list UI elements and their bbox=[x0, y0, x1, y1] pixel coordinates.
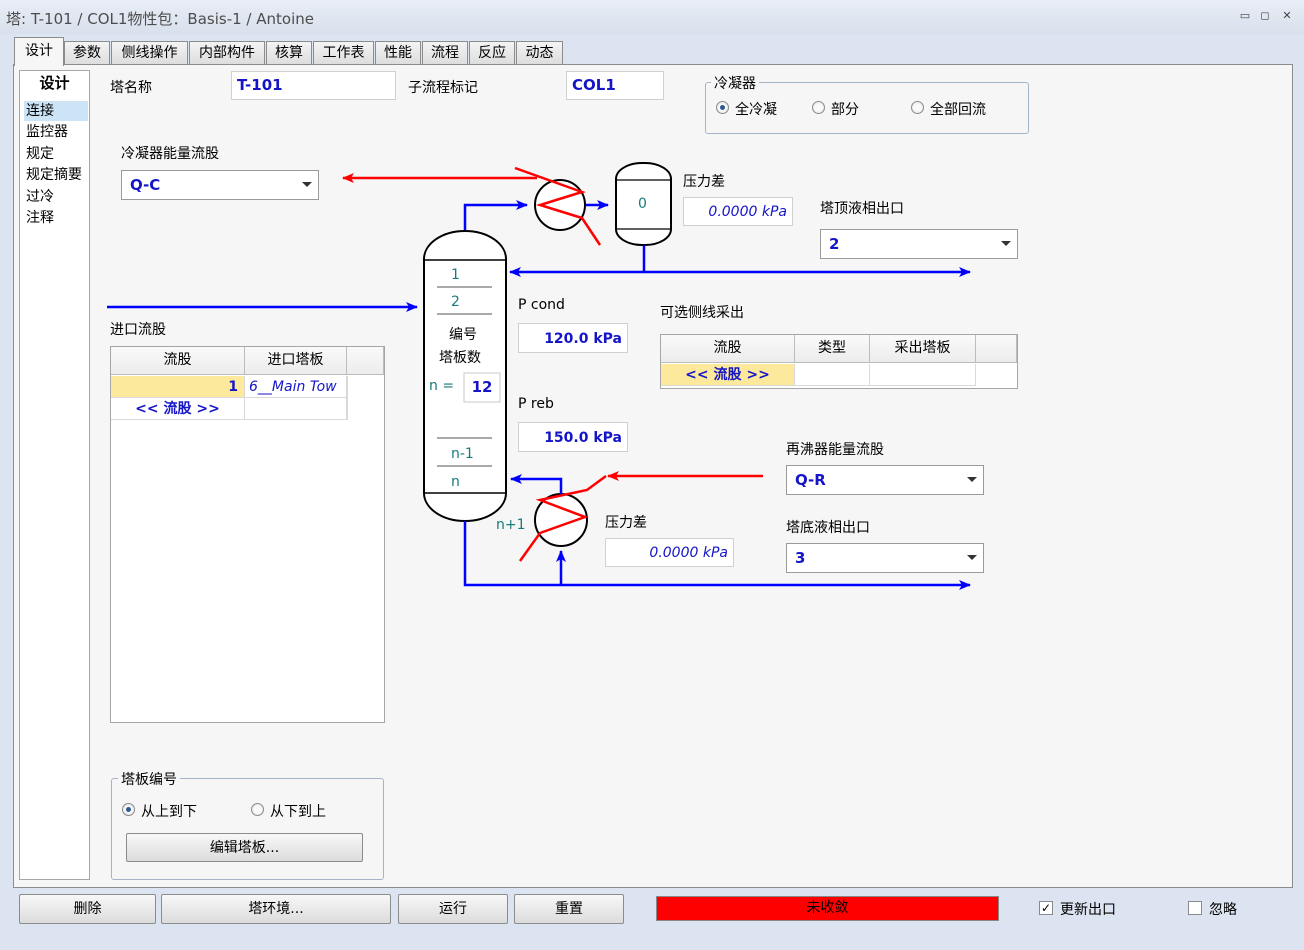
top-down-radio[interactable] bbox=[122, 803, 135, 816]
bottom-up-label: 从下到上 bbox=[270, 804, 326, 820]
run-button[interactable]: 运行 bbox=[398, 894, 508, 924]
side-draws-cell[interactable] bbox=[870, 364, 976, 386]
delete-button[interactable]: 删除 bbox=[19, 894, 156, 924]
stage-2-label: 2 bbox=[451, 294, 460, 310]
side-draws-header-type: 类型 bbox=[795, 335, 870, 363]
n-equals-label: n = bbox=[429, 378, 455, 394]
side-draws-header-blank bbox=[976, 335, 1017, 363]
inlet-header-stream: 流股 bbox=[111, 347, 245, 375]
update-outlets-label: 更新出口 bbox=[1060, 902, 1116, 918]
drum-stage-label: 0 bbox=[638, 196, 647, 212]
top-pressure-drop-label: 压力差 bbox=[683, 174, 725, 190]
top-down-label: 从上到下 bbox=[141, 804, 197, 820]
p-reb-field[interactable]: 150.0 kPa bbox=[518, 422, 628, 452]
p-cond-label: P cond bbox=[518, 297, 565, 313]
side-draws-add-row[interactable]: << 流股 >> bbox=[661, 364, 795, 386]
bottom-liquid-outlet-value: 3 bbox=[795, 549, 806, 567]
inlet-add-row-cell[interactable] bbox=[245, 398, 347, 420]
boilup-line bbox=[510, 474, 563, 494]
tab-design[interactable]: 设计 bbox=[14, 37, 64, 66]
inlet-header-blank bbox=[347, 347, 384, 375]
side-draws-header-stage: 采出塔板 bbox=[870, 335, 976, 363]
ignore-label: 忽略 bbox=[1209, 902, 1237, 918]
top-liquid-outlet-dropdown[interactable]: 2 bbox=[820, 229, 1018, 259]
column-environment-button[interactable]: 塔环境... bbox=[161, 894, 391, 924]
stage-1-label: 1 bbox=[451, 267, 460, 283]
top-pressure-drop-field[interactable]: 0.0000 kPa bbox=[683, 197, 793, 226]
inlet-add-row[interactable]: << 流股 >> bbox=[111, 398, 245, 420]
chevron-down-icon bbox=[967, 555, 977, 560]
reset-button[interactable]: 重置 bbox=[514, 894, 624, 924]
top-liquid-outlet-value: 2 bbox=[829, 235, 840, 253]
inlet-streams-title: 进口流股 bbox=[110, 322, 166, 338]
table-row-stage[interactable]: 6__Main Tow bbox=[245, 376, 347, 398]
chevron-down-icon bbox=[967, 477, 977, 482]
side-draws-title: 可选侧线采出 bbox=[660, 305, 744, 321]
p-reb-label: P reb bbox=[518, 396, 554, 412]
ignore-checkbox[interactable] bbox=[1188, 901, 1202, 915]
side-draws-header-stream: 流股 bbox=[661, 335, 795, 363]
overhead-vapor-line bbox=[463, 200, 528, 235]
convergence-status: 未收敛 bbox=[656, 896, 999, 921]
top-liquid-outlet-label: 塔顶液相出口 bbox=[820, 201, 904, 217]
stage-count-field[interactable]: 12 bbox=[464, 373, 500, 402]
reboiler-energy-label: 再沸器能量流股 bbox=[786, 442, 884, 458]
stage-n-minus-1-label: n-1 bbox=[451, 446, 474, 462]
stage-title-number: 编号 bbox=[449, 327, 477, 343]
grid-divider bbox=[347, 376, 348, 420]
bottom-up-radio[interactable] bbox=[251, 803, 264, 816]
update-outlets-checkbox[interactable]: ✓ bbox=[1039, 901, 1053, 915]
side-draws-cell[interactable] bbox=[795, 364, 870, 386]
table-row-stream[interactable]: 1 bbox=[111, 376, 245, 398]
stage-numbering-title: 塔板编号 bbox=[118, 769, 180, 789]
stage-numbering-group bbox=[111, 778, 384, 880]
stage-n-plus-1-label: n+1 bbox=[496, 517, 526, 533]
bottom-pressure-drop-label: 压力差 bbox=[605, 515, 647, 531]
edit-trays-button[interactable]: 编辑塔板... bbox=[126, 833, 363, 862]
bottom-pressure-drop-field[interactable]: 0.0000 kPa bbox=[605, 538, 734, 567]
p-cond-field[interactable]: 120.0 kPa bbox=[518, 323, 628, 353]
stage-n-label: n bbox=[451, 474, 460, 490]
bottom-liquid-outlet-dropdown[interactable]: 3 bbox=[786, 543, 984, 573]
reboiler-energy-dropdown[interactable]: Q-R bbox=[786, 465, 984, 495]
stage-title-count: 塔板数 bbox=[439, 350, 481, 366]
chevron-down-icon bbox=[1001, 241, 1011, 246]
inlet-header-stage: 进口塔板 bbox=[245, 347, 347, 375]
bottom-liquid-outlet-label: 塔底液相出口 bbox=[786, 520, 870, 536]
reboiler-energy-value: Q-R bbox=[795, 471, 826, 489]
